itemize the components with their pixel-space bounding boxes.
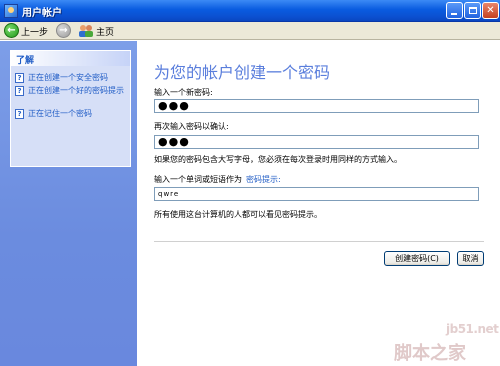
home-button[interactable]: 主页 (96, 25, 114, 38)
sidebar-item-password-hint[interactable]: ? 正在创建一个好的密码提示 (15, 86, 129, 96)
toolbar: ← 上一步 → 主页 (0, 22, 500, 40)
new-password-field[interactable]: ●●● (154, 99, 479, 113)
new-password-label: 输入一个新密码: (154, 88, 213, 97)
confirm-password-label: 再次输入密码以确认: (154, 122, 229, 131)
back-button[interactable]: 上一步 (21, 25, 48, 38)
page-title: 为您的帐户创建一个密码 (154, 63, 331, 82)
close-button[interactable]: ✕ (482, 2, 499, 19)
hint-visibility-note: 所有使用这台计算机的人都可以看见密码提示。 (154, 210, 322, 219)
help-topic-icon: ? (15, 73, 24, 83)
case-sensitivity-note: 如果您的密码包含大写字母，您必须在每次登录时用同样的方式输入。 (154, 155, 402, 164)
watermark-brand: 脚本之家 (394, 343, 466, 364)
cancel-button[interactable]: 取消 (457, 251, 484, 266)
confirm-password-field[interactable]: ●●● (154, 135, 479, 149)
home-users-icon[interactable] (78, 24, 94, 37)
sidebar-item-label: 正在创建一个好的密码提示 (28, 86, 124, 95)
sidebar-item-label: 正在记住一个密码 (28, 109, 92, 118)
main-content: 为您的帐户创建一个密码 输入一个新密码: ●●● 再次输入密码以确认: ●●● … (137, 41, 500, 366)
sidebar-item-remember-password[interactable]: ? 正在记住一个密码 (15, 109, 129, 119)
minimize-icon (451, 13, 457, 15)
minimize-button[interactable] (446, 2, 463, 19)
close-icon: ✕ (486, 5, 495, 16)
maximize-icon (469, 7, 477, 14)
sidebar-item-label: 正在创建一个安全密码 (28, 73, 108, 82)
forward-arrow-icon[interactable]: → (56, 23, 71, 38)
user-accounts-icon (4, 4, 18, 18)
back-arrow-icon[interactable]: ← (4, 23, 19, 38)
password-hint-link[interactable]: 密码提示: (246, 175, 281, 184)
window-title: 用户帐户 (22, 8, 62, 19)
watermark-site: jb51.net (446, 322, 499, 336)
title-bar: 用户帐户 ✕ (0, 0, 500, 22)
hint-prompt: 输入一个单词或短语作为 密码提示: (154, 174, 281, 185)
sidebar: 了解 ? 正在创建一个安全密码 ? 正在创建一个好的密码提示 ? 正在记住一个密… (0, 41, 137, 366)
divider (154, 241, 484, 242)
help-topic-icon: ? (15, 109, 24, 119)
learn-about-box: 了解 ? 正在创建一个安全密码 ? 正在创建一个好的密码提示 ? 正在记住一个密… (10, 50, 131, 167)
maximize-button[interactable] (464, 2, 481, 19)
help-topic-icon: ? (15, 86, 24, 96)
sidebar-item-secure-password[interactable]: ? 正在创建一个安全密码 (15, 73, 129, 83)
hint-label: 输入一个单词或短语作为 (154, 175, 242, 184)
password-hint-field[interactable]: qwre (154, 187, 479, 201)
create-password-button[interactable]: 创建密码(C) (384, 251, 450, 266)
learn-about-header: 了解 (11, 51, 130, 66)
